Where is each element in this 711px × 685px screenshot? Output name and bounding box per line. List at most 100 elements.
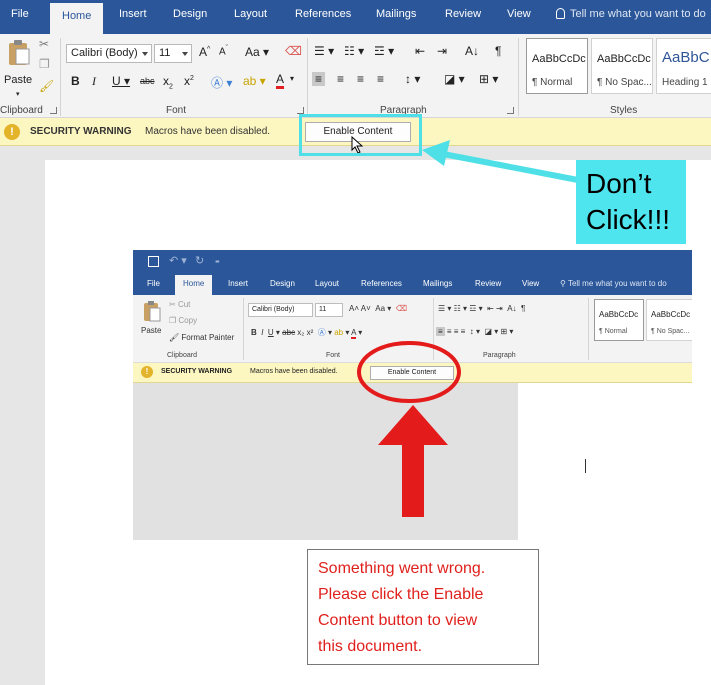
tab-view: View <box>522 279 540 288</box>
warning-shield-icon: ! <box>141 366 153 378</box>
sort-icon[interactable]: A↓ <box>465 44 479 58</box>
group-divider <box>243 298 244 360</box>
bullets-icon[interactable]: ☰ ▾ <box>314 44 334 58</box>
borders-icon[interactable]: ⊞ ▾ <box>479 72 498 86</box>
lure-message-box: Something went wrong. Please click the E… <box>307 549 539 665</box>
group-divider <box>307 38 308 116</box>
font-color-icon[interactable]: A <box>276 72 285 89</box>
security-warning-message: Macros have been disabled. <box>250 368 338 375</box>
tab-home[interactable]: Home <box>50 3 104 34</box>
font-name-value: Calibri (Body) <box>252 306 295 313</box>
tell-me-box[interactable]: Tell me what you want to do <box>556 8 706 20</box>
paragraph-launcher-icon[interactable] <box>507 107 514 114</box>
warning-shield-icon: ! <box>4 124 20 140</box>
style-preview: AaBbC <box>662 49 710 66</box>
align-right-icon[interactable]: ≡ <box>357 72 364 86</box>
lure-line-2: Please click the Enable <box>318 586 484 603</box>
inner-gray-area <box>133 383 518 540</box>
inner-tab-bar: File Home Insert Design Layout Reference… <box>133 274 692 295</box>
tab-view[interactable]: View <box>507 8 531 20</box>
cut-text: Cut <box>177 300 191 309</box>
font-name-combo[interactable]: Calibri (Body) <box>66 44 152 63</box>
clipboard-launcher-icon[interactable] <box>50 107 57 114</box>
align-left-icon[interactable]: ≡ <box>312 72 326 86</box>
style-preview: AaBbCcDc <box>599 310 639 319</box>
align-center-icon[interactable]: ≡ <box>337 72 344 86</box>
ribbon: Paste ▾ ✂ ❐ 🖌 Clipboard Calibri (Body) 1… <box>0 34 711 118</box>
multilevel-list-icon[interactable]: ☲ ▾ <box>374 44 394 58</box>
format-painter-label: 🖌 Format Painter <box>169 333 235 342</box>
font-tools-row-2: B I U ▾ abc x₂ x² Ⓐ ▾ ab ▾ A ▾ <box>251 328 363 339</box>
cut-icon[interactable]: ✂ <box>39 37 49 51</box>
format-painter-text: Format Painter <box>181 333 235 342</box>
superscript-icon[interactable]: x2 <box>184 74 194 88</box>
copy-icon[interactable]: ❐ <box>39 57 50 71</box>
style-name: Heading 1 <box>662 77 708 88</box>
font-group-label: Font <box>326 352 341 359</box>
format-painter-icon[interactable]: 🖌 <box>39 79 54 93</box>
clear-formatting-icon[interactable]: ⌫ <box>285 44 302 58</box>
text-cursor <box>585 459 586 473</box>
line-spacing-icon[interactable]: ↕ ▾ <box>405 72 420 86</box>
tab-references: References <box>361 279 402 288</box>
copy-label: ❐ Copy <box>169 316 198 325</box>
paste-dropdown-icon: ▾ <box>16 91 20 98</box>
subscript-icon[interactable]: x2 <box>163 74 173 90</box>
font-launcher-icon[interactable] <box>297 107 304 114</box>
lure-line-4: this document. <box>318 638 423 655</box>
underline-icon[interactable]: U ▾ <box>112 74 130 88</box>
style-no-spacing: AaBbCcDc ¶ No Spac... <box>646 299 692 341</box>
shrink-font-icon[interactable]: Aˇ <box>219 45 228 57</box>
callout-arrow-icon <box>422 140 579 183</box>
customize-qat-icon: ₌ <box>215 255 220 265</box>
lure-line-1: Something went wrong. <box>318 560 486 577</box>
tab-insert: Insert <box>228 279 249 288</box>
grow-font-icon[interactable]: A^ <box>199 45 210 59</box>
tab-layout: Layout <box>315 279 340 288</box>
paste-button[interactable]: Paste ▾ <box>4 38 34 98</box>
increase-indent-icon[interactable]: ⇥ <box>437 44 447 58</box>
copy-text: Copy <box>178 316 198 325</box>
style-heading-1[interactable]: AaBbC Heading 1 <box>656 38 711 94</box>
style-normal[interactable]: AaBbCcDc ¶ Normal <box>526 38 588 94</box>
font-color-dropdown-icon[interactable]: ▾ <box>290 74 294 83</box>
inner-title-bar: ↶ ▾ ↻ ₌ <box>133 250 692 274</box>
change-case-icon[interactable]: Aa ▾ <box>245 45 269 59</box>
show-marks-icon[interactable]: ¶ <box>495 44 501 58</box>
tab-mailings[interactable]: Mailings <box>376 8 416 20</box>
tab-references[interactable]: References <box>295 8 351 20</box>
numbering-icon[interactable]: ☷ ▾ <box>344 44 364 58</box>
paste-label: Paste <box>4 74 33 86</box>
strikethrough-icon[interactable]: abc <box>140 76 155 86</box>
group-divider <box>588 298 589 360</box>
clipboard-group-label: Clipboard <box>0 105 43 116</box>
decrease-indent-icon[interactable]: ⇤ <box>415 44 425 58</box>
font-tools-row-1: A˄ A˅ Aa ▾ ⌫ <box>349 304 408 313</box>
tab-file[interactable]: File <box>11 8 29 20</box>
justify-icon[interactable]: ≡ <box>377 72 384 86</box>
red-up-arrow-icon <box>378 405 448 517</box>
style-no-spacing[interactable]: AaBbCcDc ¶ No Spac... <box>591 38 653 94</box>
text-effects-icon[interactable]: Ⓐ ▾ <box>211 74 232 91</box>
font-name-combo: Calibri (Body) <box>248 303 313 317</box>
italic-icon[interactable]: I <box>92 74 96 89</box>
shading-icon[interactable]: ◪ ▾ <box>444 72 465 86</box>
security-warning-title: SECURITY WARNING <box>30 126 132 137</box>
tab-review[interactable]: Review <box>445 8 481 20</box>
ribbon-tab-bar: File Home Insert Design Layout Reference… <box>0 0 711 34</box>
tab-layout[interactable]: Layout <box>234 8 267 20</box>
paragraph-tools-row-1: ☰ ▾ ☷ ▾ ☲ ▾ ⇤ ⇥ A↓ ¶ <box>438 304 526 313</box>
tab-design: Design <box>270 279 295 288</box>
tab-review: Review <box>475 279 502 288</box>
style-preview: AaBbCcDc <box>597 53 651 65</box>
redo-icon: ↻ <box>195 255 205 267</box>
highlight-icon[interactable]: ab ▾ <box>243 74 266 88</box>
tab-insert[interactable]: Insert <box>119 8 147 20</box>
font-size-combo: 11 <box>315 303 343 317</box>
font-size-value: 11 <box>159 47 171 59</box>
bold-icon[interactable]: B <box>71 74 80 88</box>
font-size-combo[interactable]: 11 <box>154 44 192 63</box>
style-name: ¶ Normal <box>532 77 573 88</box>
tab-design[interactable]: Design <box>173 8 207 20</box>
group-divider <box>518 38 519 116</box>
